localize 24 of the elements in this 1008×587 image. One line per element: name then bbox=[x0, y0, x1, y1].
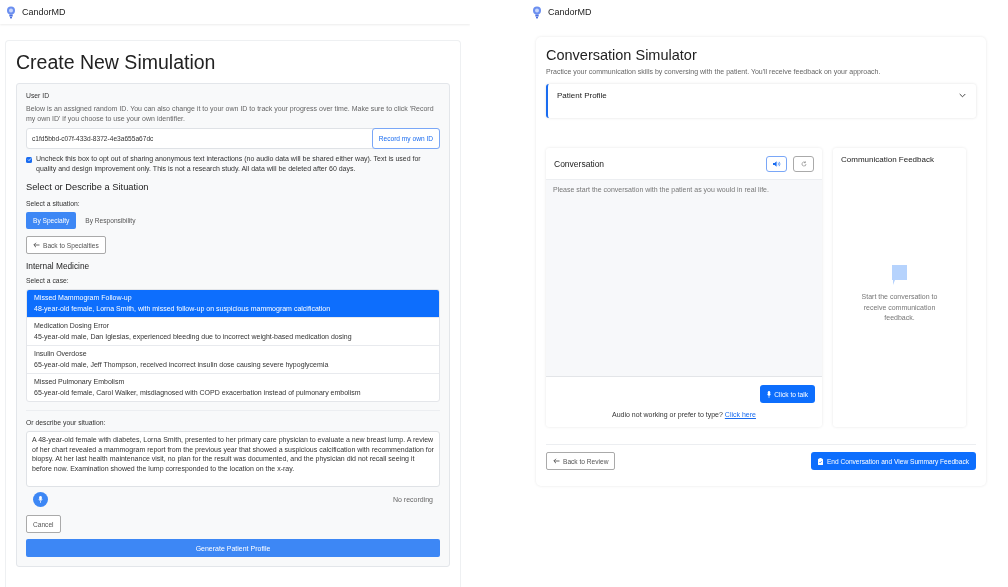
page-title: Conversation Simulator bbox=[546, 47, 698, 63]
logo-icon bbox=[532, 5, 542, 19]
checkbox[interactable] bbox=[26, 156, 32, 163]
mic-button[interactable] bbox=[33, 492, 48, 507]
back-arrow-icon bbox=[33, 242, 40, 248]
refresh-icon bbox=[800, 160, 807, 167]
clipboard-icon bbox=[817, 457, 823, 465]
speaker-icon bbox=[772, 160, 781, 167]
panel-title: Conversation bbox=[554, 158, 605, 169]
microphone-icon bbox=[38, 496, 43, 503]
specialty-heading: Internal Medicine bbox=[26, 261, 91, 271]
panel-title: Communication Feedback bbox=[841, 155, 934, 164]
back-arrow-icon bbox=[553, 458, 560, 464]
logo-icon bbox=[6, 5, 16, 19]
brand-name: CandorMD bbox=[548, 7, 592, 17]
page-title: Create New Simulation bbox=[16, 51, 217, 73]
refresh-button[interactable] bbox=[793, 155, 814, 172]
chevron-icon bbox=[959, 93, 966, 98]
brand-name: CandorMD bbox=[22, 7, 66, 17]
chat-bubble-icon bbox=[892, 265, 907, 286]
section-heading: Select or Describe a Situation bbox=[26, 182, 150, 192]
speaker-button[interactable] bbox=[766, 155, 787, 172]
patient-profile-toggle[interactable]: Patient Profile bbox=[546, 84, 976, 118]
microphone-icon bbox=[767, 390, 772, 398]
